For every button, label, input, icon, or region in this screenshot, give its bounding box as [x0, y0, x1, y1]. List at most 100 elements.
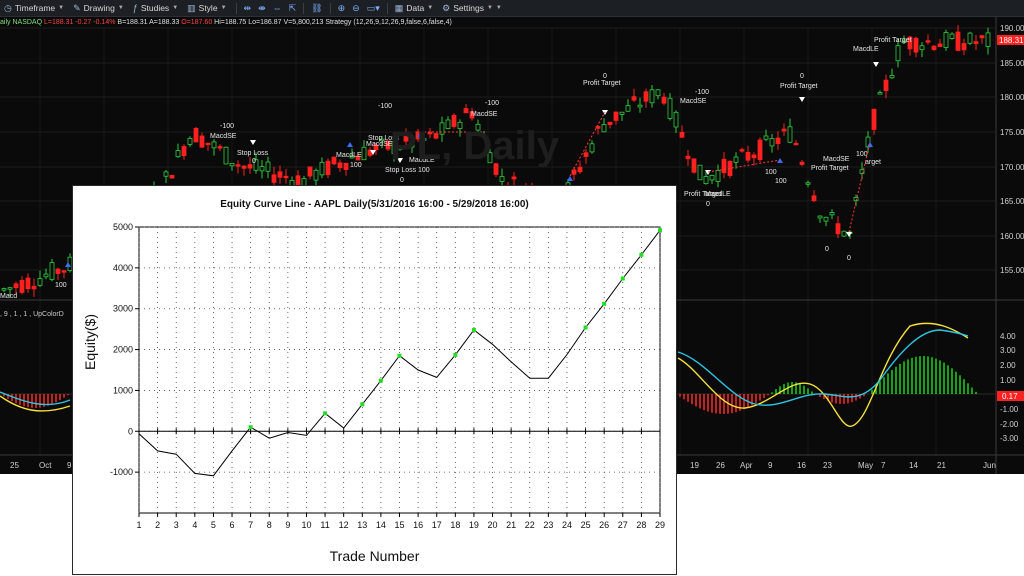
candle-down — [337, 162, 343, 169]
date-tick-label: 14 — [909, 461, 918, 470]
y-tick-label: 0 — [128, 426, 133, 436]
macd-value-label: 0.17 — [1002, 392, 1018, 401]
candle-up — [313, 169, 319, 181]
trade-quantity: -100 — [695, 89, 709, 96]
candle-down — [751, 154, 757, 159]
equity-curve-chart: -10000100020003000400050001 2 3 4 5 6 7 8 9 10 11 1… — [110, 222, 665, 530]
candle-down — [169, 174, 175, 179]
x-tick-label: 14 — [376, 520, 386, 530]
macd-tick-label: 3.00 — [1000, 346, 1016, 355]
trade-arrow-icon — [799, 97, 805, 102]
candle-down — [799, 161, 805, 165]
symbol-name: aily — [0, 19, 11, 26]
buy-arrow-icon — [567, 176, 573, 181]
candle-down — [577, 166, 583, 173]
candle-down — [25, 277, 31, 290]
candle-down — [775, 137, 781, 145]
x-tick-label: 25 — [581, 520, 591, 530]
trade-label: arget — [865, 159, 881, 166]
bar-spacing-icon[interactable]: ⇹ — [244, 3, 252, 14]
link-icon[interactable]: ⛓ — [311, 3, 322, 14]
compress-icon[interactable]: ⇼ — [258, 3, 266, 14]
x-tick-label: 13 — [357, 520, 367, 530]
trade-quantity: -100 — [378, 103, 392, 110]
trade-label: MacdSE — [366, 141, 393, 148]
candle-down — [757, 139, 763, 161]
date-tick-label: 21 — [937, 461, 946, 470]
data-icon: ▦ — [394, 2, 404, 13]
trade-label: Stop Loss — [237, 150, 269, 157]
candle-up — [829, 212, 835, 216]
trade-label: MacdSE — [823, 156, 850, 163]
y-axis-label-wrap: Equity($) — [75, 296, 105, 396]
candle-down — [643, 91, 649, 102]
equity-point — [453, 352, 458, 357]
studies-menu[interactable]: ƒ Studies ▼ — [133, 3, 178, 13]
settings-menu[interactable]: ⚙ Settings ▼ ▼ — [442, 3, 502, 14]
macd-tick-label: -1.00 — [1000, 405, 1019, 414]
candle-up — [673, 111, 679, 128]
x-tick-label: 5 — [211, 520, 216, 530]
cursor-icon[interactable]: ⇱ — [289, 3, 297, 14]
candle-up — [655, 89, 661, 97]
trade-arrow-icon — [873, 62, 879, 67]
candle-down — [721, 158, 727, 174]
zoom-in-icon[interactable]: ⊕ — [338, 3, 346, 14]
candle-down — [613, 111, 619, 121]
date-tick-label: 19 — [690, 461, 699, 470]
candle-up — [889, 75, 895, 79]
candle-up — [1, 288, 7, 291]
drawing-menu[interactable]: ✎ Drawing ▼ — [73, 3, 124, 14]
macd-tick-label: 2.00 — [1000, 361, 1016, 370]
equity-point — [658, 228, 662, 233]
x-tick-label: 16 — [413, 520, 423, 530]
candle-up — [733, 156, 739, 163]
candle-up — [187, 137, 193, 145]
x-tick-label: 2 — [155, 520, 160, 530]
template-icon[interactable]: ▭▾ — [367, 3, 380, 14]
candle-up — [163, 171, 169, 177]
data-menu[interactable]: ▦ Data ▼ — [395, 3, 433, 14]
date-tick-label: Apr — [740, 461, 753, 470]
candle-down — [811, 195, 817, 202]
trade-quantity: 0 — [603, 73, 607, 80]
clock-icon: ◷ — [4, 2, 12, 13]
price-tick-label: 165.00 — [1000, 197, 1024, 206]
trade-label: Profit Target — [583, 80, 621, 87]
equity-point — [378, 378, 383, 383]
trade-label: Profit Target — [811, 165, 849, 172]
trade-label: MacdLE — [705, 191, 731, 198]
style-menu[interactable]: ▥ Style ▼ — [187, 3, 226, 14]
expand-icon[interactable]: ⇔ — [273, 3, 282, 13]
candle-down — [595, 126, 601, 129]
percent-change: -0.14% — [93, 19, 116, 26]
candle-up — [223, 146, 229, 165]
timeframe-menu[interactable]: ◷ Timeframe ▼ — [4, 3, 64, 14]
candle-up — [499, 176, 505, 182]
toolbar-divider — [329, 2, 331, 14]
x-tick-label: 21 — [506, 520, 516, 530]
price-tick-label: 160.00 — [1000, 232, 1024, 241]
data-label: Data — [406, 3, 425, 13]
x-tick-label: 12 — [339, 520, 349, 530]
x-tick-label: 9 — [285, 520, 290, 530]
equity-point — [620, 276, 625, 281]
date-tick-label: 7 — [881, 461, 886, 470]
studies-label: Studies — [140, 3, 170, 13]
price-tick-label: 155.00 — [1000, 266, 1024, 275]
zoom-out-icon[interactable]: ⊖ — [352, 3, 360, 14]
candle-down — [235, 164, 241, 167]
candle-up — [763, 135, 769, 140]
trade-quantity: -100 — [485, 100, 499, 107]
toolbar-divider — [386, 2, 388, 14]
date-tick-label: 23 — [823, 461, 832, 470]
trade-quantity: 0 — [252, 158, 256, 165]
candle-down — [13, 283, 19, 288]
candle-down — [511, 176, 517, 180]
candle-down — [199, 135, 205, 148]
buy-arrow-icon — [347, 142, 353, 147]
candle-down — [691, 158, 697, 173]
equity-curve-window[interactable]: -1000 0 1000 2000 3000 4000 5000 1 2 3 4 5 6 7 8 9 10 11 1… — [72, 185, 677, 575]
trade-label: Macd — [0, 293, 17, 300]
gear-icon: ⚙ — [442, 2, 451, 13]
